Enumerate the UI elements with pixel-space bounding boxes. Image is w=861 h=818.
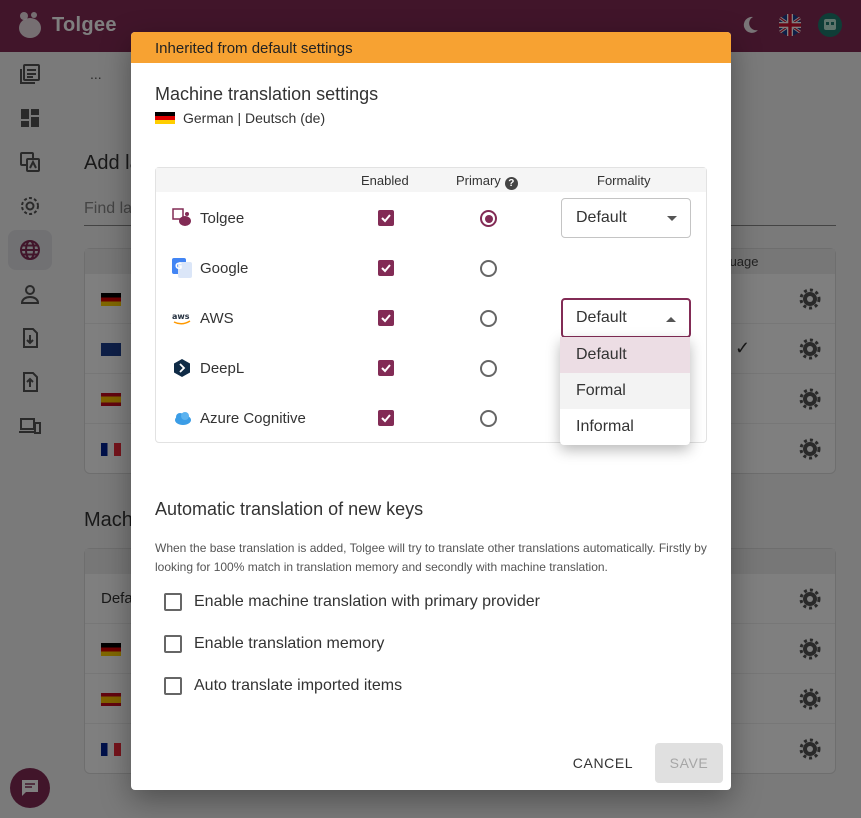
provider-row-tolgee: Tolgee Default (156, 193, 706, 243)
formality-select-value: Default (576, 209, 627, 226)
menu-item-formal[interactable]: Formal (560, 373, 690, 409)
formality-select[interactable]: Default (561, 298, 691, 338)
option-checkbox[interactable] (164, 593, 182, 611)
provider-row-aws: aws AWS Default (156, 293, 706, 343)
col-primary-label: Primary (456, 173, 501, 188)
primary-radio[interactable] (480, 360, 497, 377)
option-label: Enable machine translation with primary … (194, 593, 540, 610)
google-translate-icon: G (172, 258, 192, 278)
dialog-title: Machine translation settings (155, 84, 379, 104)
provider-name: Azure Cognitive (200, 410, 306, 427)
option-label: Enable translation memory (194, 635, 385, 652)
option-mt-primary[interactable]: Enable machine translation with primary … (164, 593, 540, 611)
primary-radio[interactable] (480, 260, 497, 277)
col-primary: Primary? (456, 173, 518, 190)
option-auto-translate-imported[interactable]: Auto translate imported items (164, 677, 402, 695)
chevron-down-icon (667, 216, 677, 221)
formality-select-value: Default (576, 309, 627, 326)
dialog-language-label: German | Deutsch (de) (183, 110, 326, 126)
option-label: Auto translate imported items (194, 677, 403, 694)
azure-icon (175, 412, 191, 425)
primary-radio[interactable] (480, 410, 497, 427)
chevron-up-icon (666, 317, 676, 322)
tolgee-icon (172, 208, 191, 226)
formality-menu: Default Formal Informal (560, 337, 690, 445)
aws-icon: aws (172, 312, 191, 325)
provider-name: Google (200, 260, 249, 277)
menu-item-informal[interactable]: Informal (560, 409, 690, 445)
auto-translation-description: When the base translation is added, Tolg… (155, 541, 707, 574)
svg-text:aws: aws (172, 312, 190, 321)
enabled-checkbox[interactable] (378, 210, 394, 226)
primary-radio[interactable] (480, 210, 497, 227)
enabled-checkbox[interactable] (378, 360, 394, 376)
col-formality: Formality (597, 173, 651, 188)
enabled-checkbox[interactable] (378, 260, 394, 276)
option-translation-memory[interactable]: Enable translation memory (164, 635, 384, 653)
enabled-checkbox[interactable] (378, 410, 394, 426)
deepl-icon (174, 359, 190, 377)
help-icon[interactable]: ? (504, 177, 518, 190)
menu-item-default[interactable]: Default (560, 337, 690, 373)
flag-de-icon (155, 111, 175, 125)
col-enabled: Enabled (361, 173, 409, 188)
auto-translation-heading: Automatic translation of new keys (155, 499, 424, 519)
option-checkbox[interactable] (164, 635, 182, 653)
primary-radio[interactable] (480, 310, 497, 327)
dialog-language: German | Deutsch (de) (155, 110, 325, 126)
svg-text:G: G (175, 262, 182, 272)
provider-row-google: G Google (156, 243, 706, 293)
enabled-checkbox[interactable] (378, 310, 394, 326)
providers-table-header: Enabled Primary? Formality (156, 168, 706, 192)
provider-name: Tolgee (200, 210, 245, 227)
save-button[interactable]: SAVE (655, 743, 723, 783)
cancel-button[interactable]: CANCEL (563, 745, 643, 781)
provider-name: AWS (200, 310, 234, 327)
inherited-banner: Inherited from default settings (131, 32, 731, 63)
formality-select[interactable]: Default (561, 198, 691, 238)
provider-name: DeepL (200, 360, 245, 377)
option-checkbox[interactable] (164, 677, 182, 695)
